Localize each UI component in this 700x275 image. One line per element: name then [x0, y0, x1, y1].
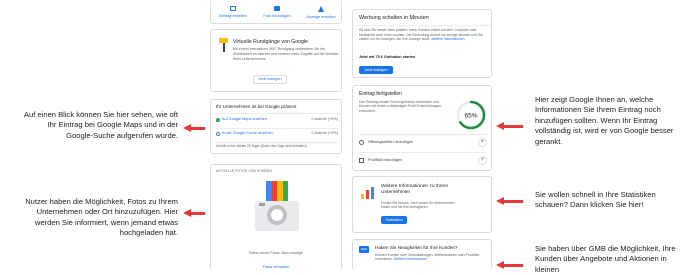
arrow-news: [496, 261, 523, 269]
clock-icon: [359, 140, 364, 145]
completion-title: Eintrag fertigstellen: [359, 91, 402, 97]
news-body: Können Kunden über Veranstaltungen, Werb…: [375, 253, 480, 262]
add-photo-icon[interactable]: +: [478, 156, 487, 165]
virtual-tour-card: Virtuelle Rundgänge von Google Mit einem…: [210, 29, 342, 92]
completion-percent: 65%: [464, 113, 477, 120]
insights-card: Weitere Informationen zu Ihrem Unternehm…: [352, 176, 492, 233]
camera-icon: [219, 38, 229, 52]
completion-item-profile-photo[interactable]: Profilbild hinzufügen +: [359, 154, 487, 168]
annotation-photos: Nutzer haben die Möglichkeit, Fotos zu I…: [25, 197, 178, 238]
ads-card: Werbung schalten in Minuten So sind Sie …: [352, 9, 492, 78]
toolbar-item-photo[interactable]: Foto hinzufügen: [257, 6, 297, 22]
virtual-tour-body: Mit einem interaktiven 360°-Rundgang ver…: [233, 47, 339, 61]
photos-title: AKTUELLE FOTOS VON KUNDEN: [216, 169, 272, 173]
toolbar-item-ad[interactable]: Anzeige erstellen: [301, 6, 341, 22]
post-icon: [230, 6, 236, 11]
completion-card: Eintrag fertigstellen Das Ranking lokale…: [352, 85, 492, 171]
add-hours-icon[interactable]: +: [478, 138, 487, 147]
action-toolbar: Beitrag erstellen Foto hinzufügen Anzeig…: [210, 0, 342, 24]
presence-title: Ihr Unternehmen ist bei Google präsent: [216, 104, 297, 109]
completion-body: Das Ranking lokaler Suchergebnisse verbe…: [359, 100, 441, 113]
ads-more-link[interactable]: Weitere Informationen: [431, 37, 464, 41]
presence-note: Aufrufe in den letzten 28 Tagen (Daten d…: [216, 144, 307, 148]
photo-icon: [274, 6, 280, 11]
ad-icon: [318, 6, 324, 12]
arrow-photos: [183, 209, 205, 217]
bar-chart-icon: [361, 187, 375, 199]
google-icon: [216, 132, 220, 136]
image-icon: [359, 158, 364, 163]
arrow-insights: [496, 197, 523, 205]
news-title: Haben Sie Neuigkeiten für Ihre Kunden?: [375, 245, 458, 250]
photos-empty-text: Keine neuen Fotos. Alles erledigt!: [249, 251, 303, 255]
completion-progress-ring: 65%: [456, 100, 486, 130]
insights-title: Weitere Informationen zu Ihrem Unternehm…: [381, 184, 449, 195]
maps-icon: [216, 118, 220, 122]
virtual-tour-title: Virtuelle Rundgänge von Google: [233, 39, 308, 45]
toolbar-item-post[interactable]: Beitrag erstellen: [213, 6, 253, 22]
news-card: NEU Haben Sie Neuigkeiten für Ihre Kunde…: [352, 239, 492, 270]
ads-start-button[interactable]: Jetzt loslegen: [359, 66, 393, 74]
annotation-insights: Sie wollen schnell in Ihre Statistiken s…: [535, 190, 656, 210]
statistics-button[interactable]: Statistiken: [381, 216, 407, 224]
virtual-tour-start-button[interactable]: Jetzt loslegen: [253, 75, 287, 84]
ads-title: Werbung schalten in Minuten: [359, 15, 429, 21]
camera-illustration: [253, 181, 301, 235]
arrow-presence: [183, 124, 205, 132]
annotation-news: Sie haben über GMB die Möglichkeit, Ihre…: [535, 244, 676, 274]
arrow-completion: [496, 122, 523, 130]
annotation-completion: Hier zeigt Google Ihnen an, welche Infor…: [535, 95, 674, 146]
news-badge: NEU: [359, 246, 369, 253]
customer-photos-card: AKTUELLE FOTOS VON KUNDEN Keine neuen Fo…: [210, 164, 342, 270]
insights-body: Finden Sie heraus, wie Kunden Ihr Untern…: [381, 201, 455, 210]
annotation-presence: Auf einen Blick können Sie hier sehen, w…: [23, 110, 178, 140]
presence-row-maps[interactable]: Auf Google Maps ansehen 0 Aufrufe (+0%): [216, 116, 338, 126]
news-more-link[interactable]: Weitere Informationen: [394, 257, 427, 261]
completion-item-hours[interactable]: Öffnungszeiten hinzufügen +: [359, 136, 487, 150]
ads-credit: Jetzt mit 75 € Guthaben starten: [359, 55, 416, 59]
ads-body: So sind Sie immer dann präsent, wenn Kun…: [359, 28, 483, 42]
presence-card: Ihr Unternehmen ist bei Google präsent A…: [210, 99, 342, 154]
presence-row-search[interactable]: In der Google-Suche ansehen 0 Aufrufe (+…: [216, 130, 338, 140]
manage-photos-link[interactable]: Fotos verwalten: [211, 265, 341, 270]
